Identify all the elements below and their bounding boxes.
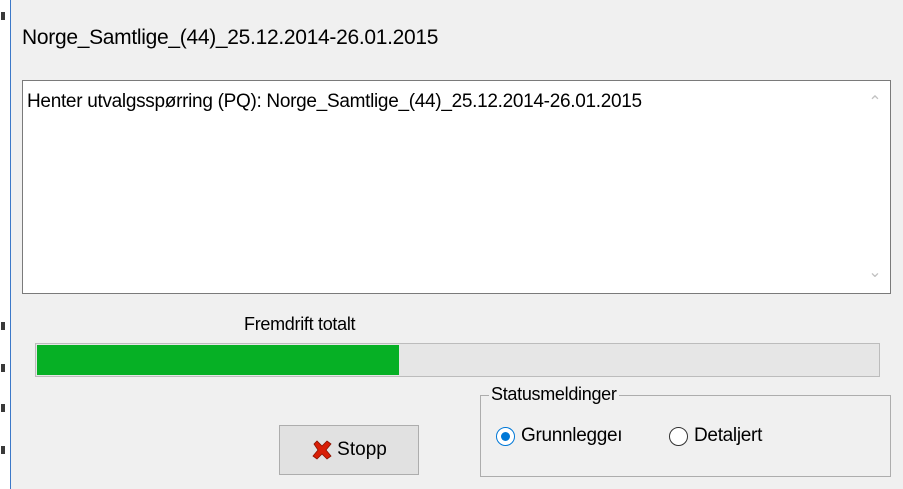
radio-selected-icon [496, 426, 515, 446]
status-messages-group: Statusmeldinger Grunnleggeı Detaljert [480, 384, 891, 477]
chevron-up-icon[interactable]: ⌃ [860, 87, 890, 117]
progress-fill [37, 345, 400, 375]
status-log-textbox[interactable]: Henter utvalgsspørring (PQ): Norge_Samtl… [22, 80, 891, 294]
edge-mark [1, 404, 5, 412]
log-scrollbar[interactable]: ⌃ ⌄ [860, 81, 890, 293]
radio-label-detaljert: Detaljert [694, 425, 763, 446]
left-window-edge [0, 0, 11, 489]
radio-unselected-icon [669, 426, 688, 446]
edge-mark [1, 12, 5, 20]
progress-label: Fremdrift totalt [244, 314, 356, 334]
edge-mark [1, 446, 5, 454]
log-line: Henter utvalgsspørring (PQ): Norge_Samtl… [27, 91, 642, 112]
red-x-icon [312, 440, 332, 460]
edge-mark [1, 322, 5, 330]
radio-detaljert[interactable]: Detaljert [669, 425, 762, 447]
radio-label-grunnlegger: Grunnleggeı [521, 425, 623, 446]
status-messages-title: Statusmeldinger [489, 384, 619, 405]
stop-button-label: Stopp [337, 439, 387, 460]
chevron-down-icon[interactable]: ⌄ [860, 257, 890, 287]
stop-button[interactable]: Stopp [279, 425, 419, 475]
radio-grunnlegger[interactable]: Grunnleggeı [496, 425, 639, 447]
edge-mark [1, 364, 5, 372]
window-title: Norge_Samtlige_(44)_25.12.2014-26.01.201… [22, 26, 439, 49]
total-progress-bar [35, 343, 880, 377]
